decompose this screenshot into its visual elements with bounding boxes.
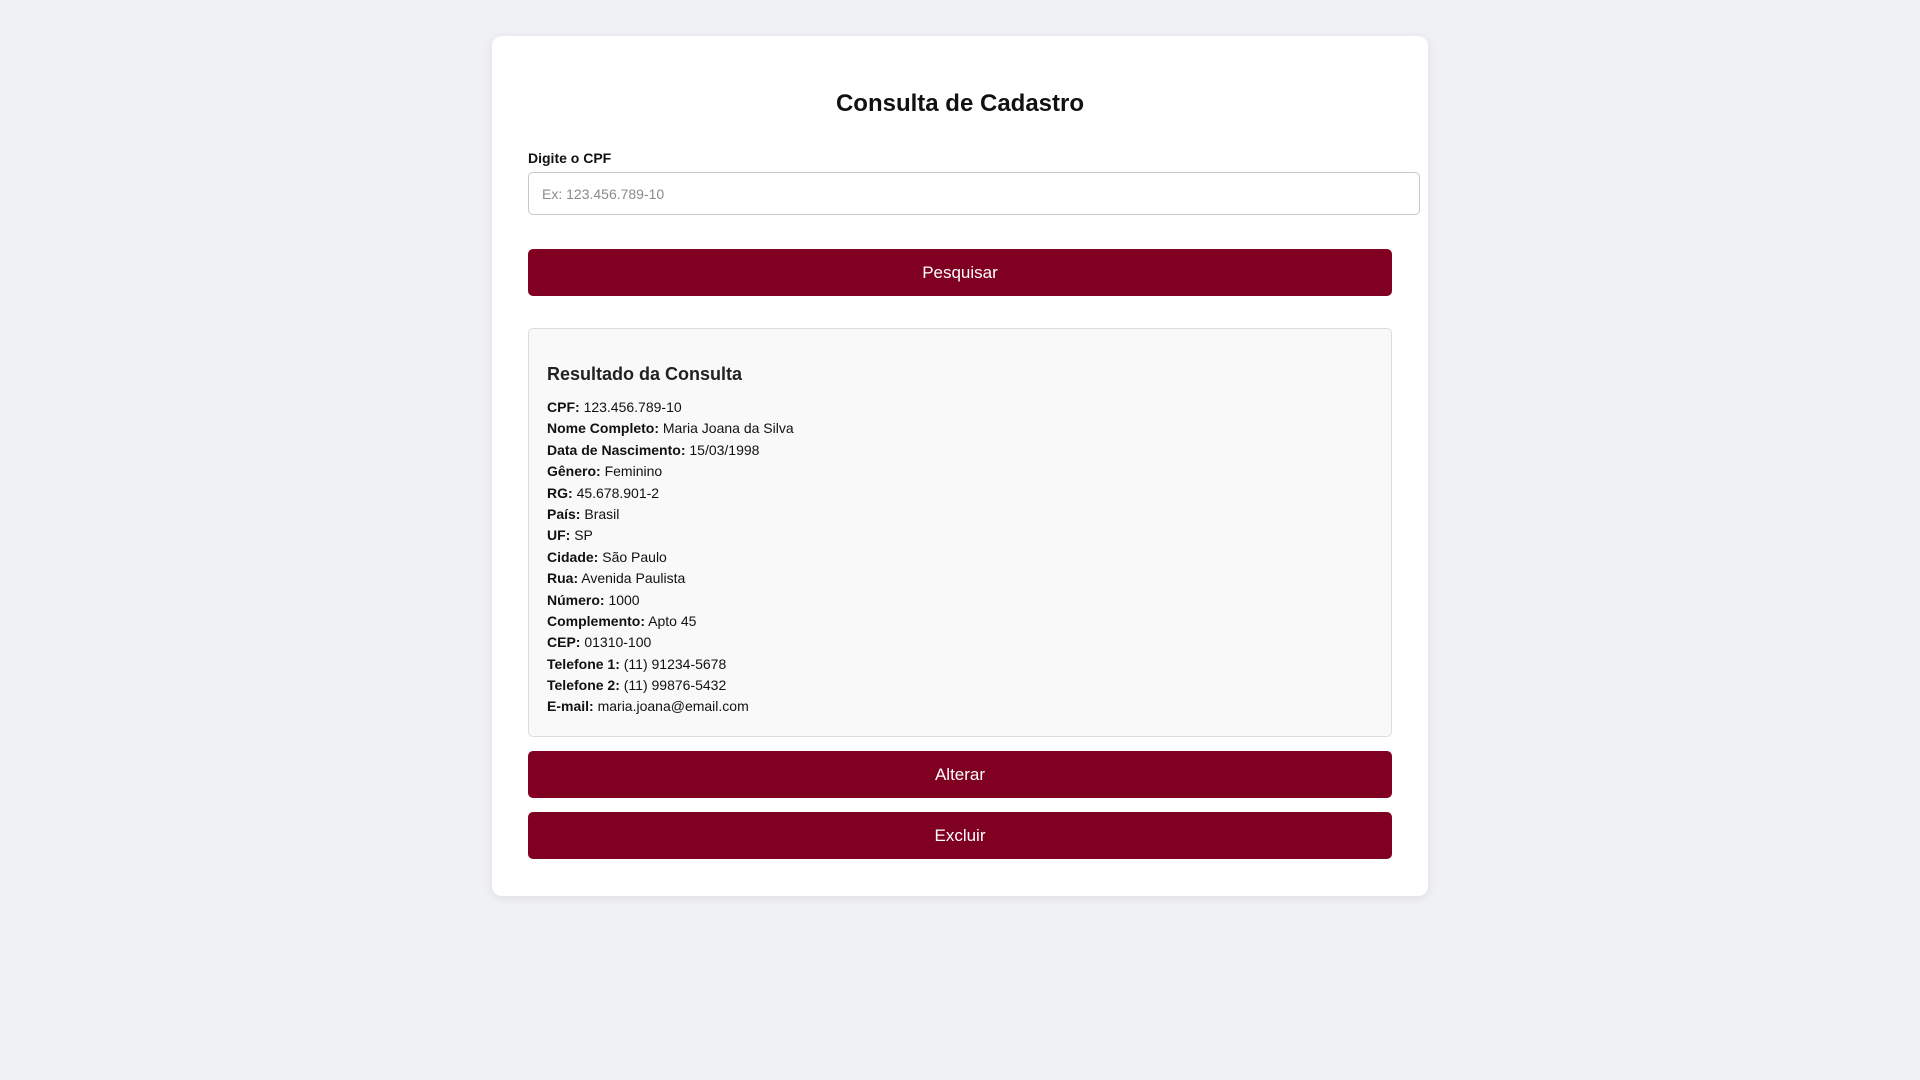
result-field-label: Número: bbox=[547, 591, 605, 608]
result-field-value: SP bbox=[574, 527, 593, 544]
result-row-cpf: CPF: 123.456.789-10 bbox=[547, 397, 794, 418]
alter-button[interactable]: Alterar bbox=[528, 751, 1392, 798]
result-row-telefone-2: Telefone 2: (11) 99876-5432 bbox=[547, 675, 794, 696]
result-row-email: E-mail: maria.joana@email.com bbox=[547, 696, 794, 717]
result-row-cep: CEP: 01310-100 bbox=[547, 632, 794, 653]
result-field-value: 15/03/1998 bbox=[689, 441, 760, 458]
result-field-value: Apto 45 bbox=[648, 612, 697, 629]
result-list: CPF: 123.456.789-10 Nome Completo: Maria… bbox=[547, 397, 794, 718]
result-field-label: Telefone 2: bbox=[547, 677, 620, 694]
result-row-complemento: Complemento: Apto 45 bbox=[547, 611, 794, 632]
result-field-label: Cidade: bbox=[547, 548, 599, 565]
result-field-label: E-mail: bbox=[547, 698, 594, 715]
result-field-value: 123.456.789-10 bbox=[583, 399, 682, 415]
result-row-rg: RG: 45.678.901-2 bbox=[547, 483, 794, 504]
cpf-input[interactable] bbox=[528, 172, 1420, 215]
result-row-telefone-1: Telefone 1: (11) 91234-5678 bbox=[547, 654, 794, 675]
result-row-nascimento: Data de Nascimento: 15/03/1998 bbox=[547, 440, 794, 461]
result-field-label: Telefone 1: bbox=[547, 655, 620, 672]
result-field-value: Avenida Paulista bbox=[581, 570, 686, 587]
result-field-label: UF: bbox=[547, 527, 571, 544]
result-field-value: (11) 99876-5432 bbox=[623, 677, 727, 694]
result-row-nome: Nome Completo: Maria Joana da Silva bbox=[547, 418, 794, 439]
result-field-label: Nome Completo: bbox=[547, 420, 659, 437]
result-field-value: Brasil bbox=[584, 505, 620, 522]
result-row-rua: Rua: Avenida Paulista bbox=[547, 568, 794, 589]
result-field-label: RG: bbox=[547, 484, 573, 501]
result-field-value: 01310-100 bbox=[584, 634, 652, 651]
result-field-value: (11) 91234-5678 bbox=[623, 655, 727, 672]
result-row-pais: País: Brasil bbox=[547, 504, 794, 525]
result-row-genero: Gênero: Feminino bbox=[547, 461, 794, 482]
result-field-label: Data de Nascimento: bbox=[547, 441, 686, 458]
result-field-value: Maria Joana da Silva bbox=[662, 420, 794, 437]
result-title: Resultado da Consulta bbox=[547, 364, 743, 384]
consulta-card: Consulta de Cadastro Digite o CPF Pesqui… bbox=[492, 36, 1428, 896]
search-button[interactable]: Pesquisar bbox=[528, 249, 1392, 296]
result-field-label: Gênero: bbox=[547, 463, 601, 480]
result-field-value: maria.joana@email.com bbox=[597, 698, 749, 715]
result-field-label: Rua: bbox=[547, 570, 579, 587]
result-field-value: Feminino bbox=[604, 463, 663, 480]
delete-button[interactable]: Excluir bbox=[528, 812, 1392, 859]
result-panel: Resultado da Consulta CPF: 123.456.789-1… bbox=[528, 328, 1392, 737]
result-field-label: País: bbox=[547, 505, 581, 522]
result-field-label: CPF: bbox=[547, 399, 580, 415]
page-title: Consulta de Cadastro bbox=[835, 90, 1085, 117]
result-row-cidade: Cidade: São Paulo bbox=[547, 547, 794, 568]
result-field-label: CEP: bbox=[547, 634, 581, 651]
result-row-uf: UF: SP bbox=[547, 525, 794, 546]
result-field-value: 1000 bbox=[608, 591, 640, 608]
result-field-label: Complemento: bbox=[547, 612, 645, 629]
result-row-numero: Número: 1000 bbox=[547, 590, 794, 611]
result-field-value: São Paulo bbox=[602, 548, 667, 565]
result-field-value: 45.678.901-2 bbox=[576, 484, 660, 501]
cpf-label: Digite o CPF bbox=[528, 150, 612, 166]
